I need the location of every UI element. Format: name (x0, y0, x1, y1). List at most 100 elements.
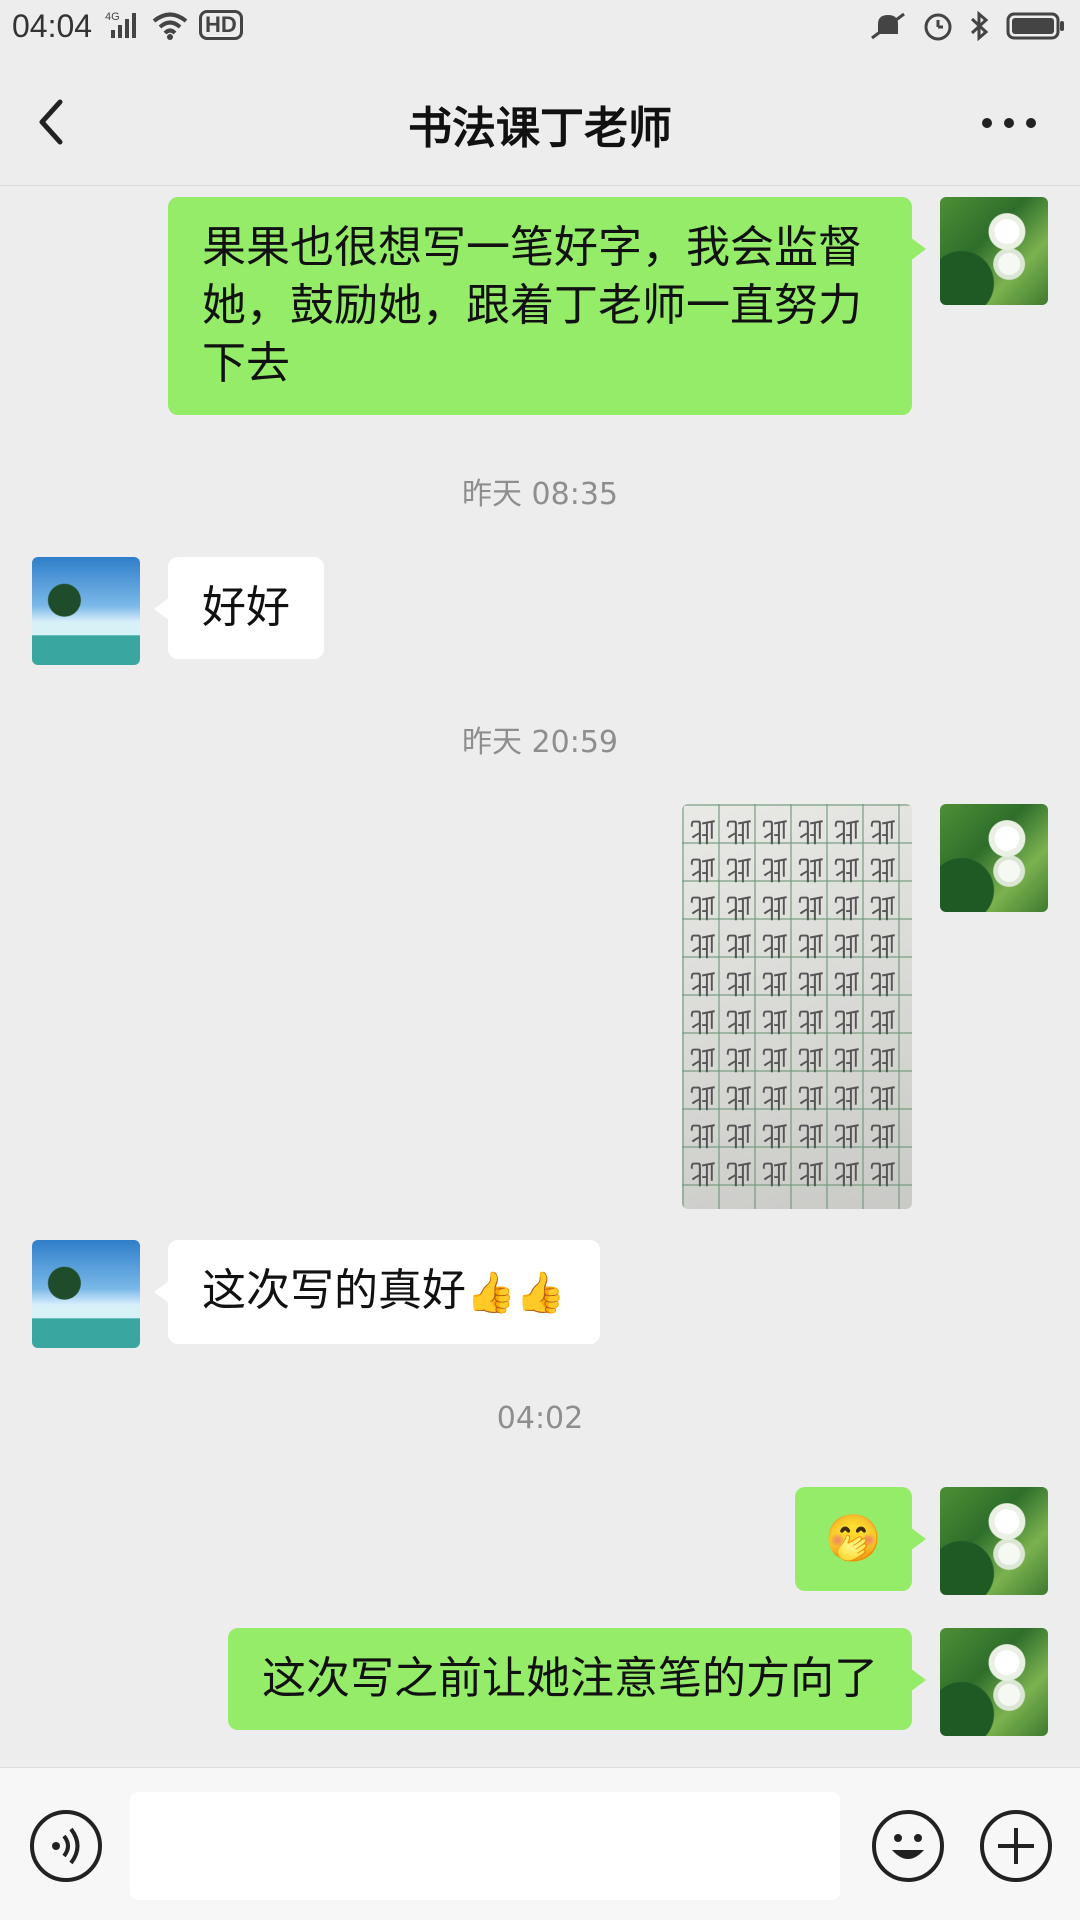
practice-glyph: 此 (762, 1157, 789, 1187)
message-text: 好好 (202, 582, 290, 633)
more-button[interactable] (982, 112, 1042, 132)
status-time: 04:04 (12, 8, 93, 44)
message-bubble-sent[interactable]: 🤭 (794, 1487, 927, 1591)
timestamp: 昨天 08:35 (462, 477, 618, 512)
timestamp: 04:02 (496, 1401, 584, 1436)
practice-glyph: 此 (762, 1119, 789, 1149)
voice-button[interactable] (30, 1810, 102, 1882)
message-text: 这次写之前让她注意笔的方向了 (262, 1653, 878, 1704)
status-left-icons: 4G HD (105, 10, 243, 40)
practice-glyph: 此 (870, 1081, 897, 1111)
practice-glyph: 此 (798, 1043, 825, 1073)
battery-icon (1006, 12, 1064, 40)
practice-glyph: 此 (690, 1005, 717, 1035)
practice-glyph: 此 (726, 1157, 753, 1187)
practice-glyph: 此 (690, 1081, 717, 1111)
message-text: 果果也很想写一笔好字，我会监督她，鼓励她，跟着丁老师一直努力下去 (202, 222, 862, 389)
practice-glyph: 此 (834, 1081, 861, 1111)
more-icon-dot (1004, 118, 1014, 128)
practice-glyph: 此 (726, 1081, 753, 1111)
emoji-icon (892, 1834, 924, 1859)
practice-glyph: 此 (798, 853, 825, 883)
practice-glyph: 此 (798, 1005, 825, 1035)
wifi-icon (152, 12, 188, 40)
practice-glyph: 此 (690, 967, 717, 997)
message-bubble-sent[interactable]: 这次写之前让她注意笔的方向了 (228, 1628, 926, 1730)
image-message[interactable]: 此此此此此此此此此此此此此此此此此此此此此此此此此此此此此此此此此此此此此此此此… (682, 804, 912, 1209)
message-text: 这次写的真好 (202, 1265, 466, 1316)
practice-glyph: 此 (834, 815, 861, 845)
plus-button[interactable] (980, 1810, 1052, 1882)
message-bubble-received[interactable]: 这次写的真好👍👍 (154, 1240, 600, 1344)
status-right-icons (868, 10, 1066, 42)
practice-glyph: 此 (870, 1157, 897, 1187)
practice-glyph: 此 (834, 891, 861, 921)
practice-glyph: 此 (690, 929, 717, 959)
mute-icon (871, 12, 905, 40)
practice-glyph: 此 (690, 1157, 717, 1187)
contact-avatar[interactable] (32, 1240, 140, 1348)
bluetooth-icon (970, 10, 989, 42)
practice-glyph: 此 (798, 1119, 825, 1149)
thumbs-up-emoji: 👍 (466, 1270, 516, 1316)
alarm-icon (924, 13, 952, 41)
voice-icon (52, 1827, 80, 1865)
practice-glyph: 此 (834, 967, 861, 997)
practice-glyph: 此 (690, 1119, 717, 1149)
message-bubble-sent[interactable]: 果果也很想写一笔好字，我会监督她，鼓励她，跟着丁老师一直努力下去 (168, 197, 926, 415)
timestamp: 昨天 20:59 (462, 725, 618, 760)
message-list[interactable]: 果果也很想写一笔好字，我会监督她，鼓励她，跟着丁老师一直努力下去 昨天 08:3… (0, 187, 1080, 1767)
practice-glyph: 此 (690, 891, 717, 921)
practice-glyph: 此 (762, 815, 789, 845)
practice-glyph: 此 (762, 1005, 789, 1035)
signal-icon: 4G (105, 11, 136, 38)
message-input[interactable] (130, 1792, 840, 1900)
contact-avatar[interactable] (32, 557, 140, 665)
practice-glyph: 此 (726, 967, 753, 997)
practice-glyph: 此 (726, 815, 753, 845)
my-avatar[interactable] (940, 197, 1048, 305)
practice-glyph: 此 (798, 1081, 825, 1111)
emoji-message: 🤭 (824, 1511, 882, 1565)
practice-glyph: 此 (870, 815, 897, 845)
practice-glyph: 此 (726, 853, 753, 883)
emoji-button[interactable] (872, 1810, 944, 1882)
practice-glyph: 此 (870, 967, 897, 997)
practice-glyph: 此 (870, 891, 897, 921)
more-icon (982, 118, 992, 128)
practice-glyph: 此 (870, 929, 897, 959)
practice-glyph: 此 (834, 1157, 861, 1187)
practice-glyph: 此 (762, 853, 789, 883)
chat-header: 书法课丁老师 (0, 56, 1080, 186)
my-avatar[interactable] (940, 1628, 1048, 1736)
input-bar (0, 1767, 1080, 1920)
practice-glyph: 此 (762, 891, 789, 921)
chat-title: 书法课丁老师 (408, 103, 672, 154)
practice-glyph: 此 (870, 1043, 897, 1073)
practice-glyph: 此 (726, 1043, 753, 1073)
practice-glyph: 此 (726, 1005, 753, 1035)
practice-glyph: 此 (762, 967, 789, 997)
network-type-label: 4G (105, 11, 120, 23)
practice-glyph: 此 (834, 1043, 861, 1073)
message-bubble-received[interactable]: 好好 (154, 557, 324, 659)
practice-glyph: 此 (798, 815, 825, 845)
practice-glyph: 此 (726, 891, 753, 921)
practice-glyph: 此 (834, 929, 861, 959)
practice-glyph: 此 (798, 1157, 825, 1187)
practice-glyph: 此 (726, 929, 753, 959)
more-icon-dot (1026, 118, 1036, 128)
practice-glyph: 此 (762, 929, 789, 959)
practice-glyph: 此 (870, 1005, 897, 1035)
practice-glyph: 此 (798, 929, 825, 959)
my-avatar[interactable] (940, 1487, 1048, 1595)
practice-glyph: 此 (690, 1043, 717, 1073)
practice-glyph: 此 (870, 853, 897, 883)
practice-glyph: 此 (834, 1005, 861, 1035)
practice-glyph: 此 (762, 1081, 789, 1111)
practice-glyph: 此 (834, 1119, 861, 1149)
hd-icon: HD (199, 10, 243, 40)
my-avatar[interactable] (940, 804, 1048, 912)
practice-glyph: 此 (762, 1043, 789, 1073)
thumbs-up-emoji: 👍 (515, 1270, 566, 1316)
